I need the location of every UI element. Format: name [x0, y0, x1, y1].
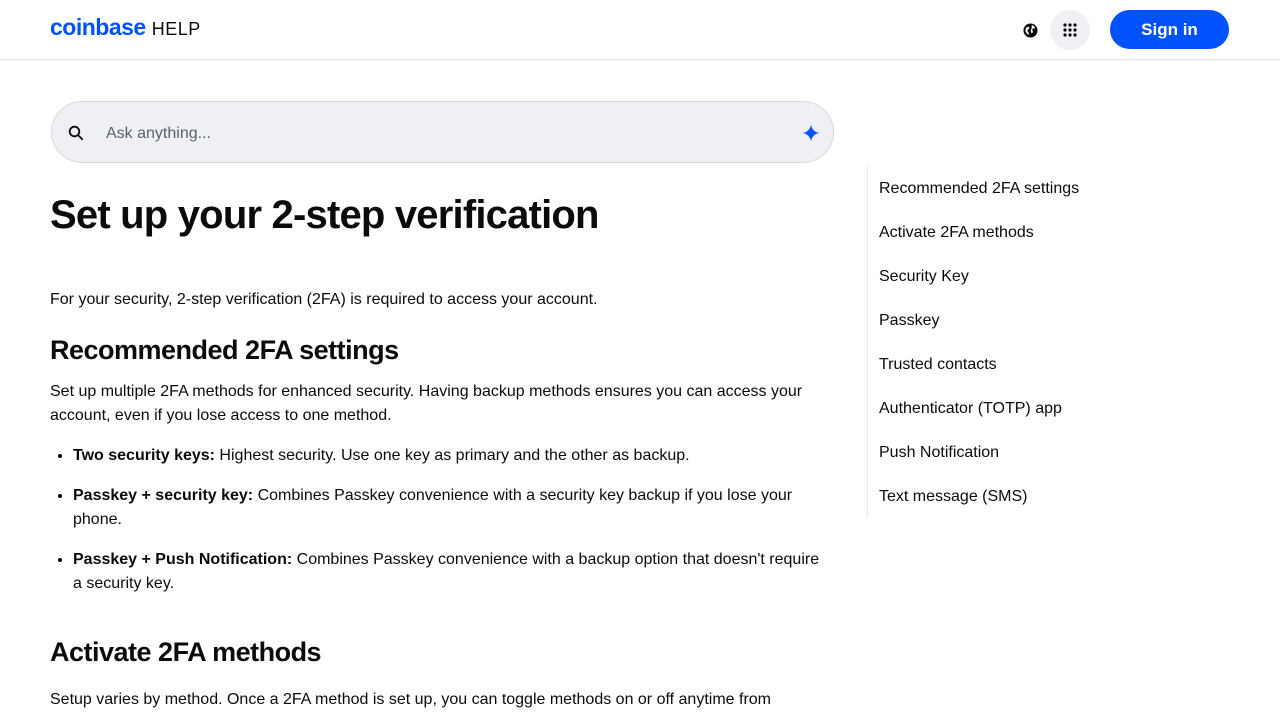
intro-paragraph: For your security, 2-step verification (… — [50, 291, 598, 308]
coinbase-logo: coinbase — [50, 14, 146, 40]
list-item-text: Highest security. Use one key as primary… — [214, 447, 690, 464]
toc-link-text-message-sms[interactable]: Text message (SMS) — [879, 475, 1228, 519]
top-header: coinbase HELP Sign in — [0, 0, 1280, 60]
help-label: HELP — [151, 19, 201, 39]
toc-link-recommended-2fa-settings[interactable]: Recommended 2FA settings — [879, 167, 1228, 211]
list-item-term: Two security keys: — [73, 447, 215, 464]
toc-link-passkey[interactable]: Passkey — [879, 299, 1228, 343]
page-title: Set up your 2-step verification — [50, 193, 599, 237]
language-button[interactable] — [1015, 15, 1045, 45]
grid-dots-icon — [1063, 23, 1077, 37]
toc-link-trusted-contacts[interactable]: Trusted contacts — [879, 343, 1228, 387]
apps-menu-button[interactable] — [1050, 10, 1090, 50]
search-bar — [51, 101, 834, 163]
recommended-settings-list: Two security keys: Highest security. Use… — [50, 444, 830, 596]
toc-link-security-key[interactable]: Security Key — [879, 255, 1228, 299]
article-content: Set up your 2-step verification For your… — [50, 186, 830, 712]
table-of-contents: Recommended 2FA settings Activate 2FA me… — [867, 167, 1228, 517]
sign-in-button[interactable]: Sign in — [1110, 10, 1229, 49]
coinbase-help-home-link[interactable]: coinbase HELP — [50, 14, 201, 41]
section-heading-recommended: Recommended 2FA settings — [50, 335, 399, 365]
section-paragraph-recommended: Set up multiple 2FA methods for enhanced… — [50, 383, 803, 424]
list-item-term: Passkey + Push Notification: — [73, 551, 293, 568]
globe-icon — [1022, 22, 1038, 38]
sparkle-icon[interactable] — [802, 124, 820, 142]
search-icon — [68, 125, 84, 141]
toc-link-push-notification[interactable]: Push Notification — [879, 431, 1228, 475]
search-input[interactable] — [104, 116, 788, 152]
list-item: Passkey + security key: Combines Passkey… — [73, 484, 830, 532]
list-item-term: Passkey + security key: — [73, 487, 254, 504]
section-heading-activate: Activate 2FA methods — [50, 637, 322, 667]
list-item: Two security keys: Highest security. Use… — [73, 444, 830, 468]
list-item: Passkey + Push Notification: Combines Pa… — [73, 548, 830, 596]
toc-link-activate-2fa-methods[interactable]: Activate 2FA methods — [879, 211, 1228, 255]
section-paragraph-activate: Setup varies by method. Once a 2FA metho… — [50, 691, 771, 708]
toc-link-authenticator-app[interactable]: Authenticator (TOTP) app — [879, 387, 1228, 431]
